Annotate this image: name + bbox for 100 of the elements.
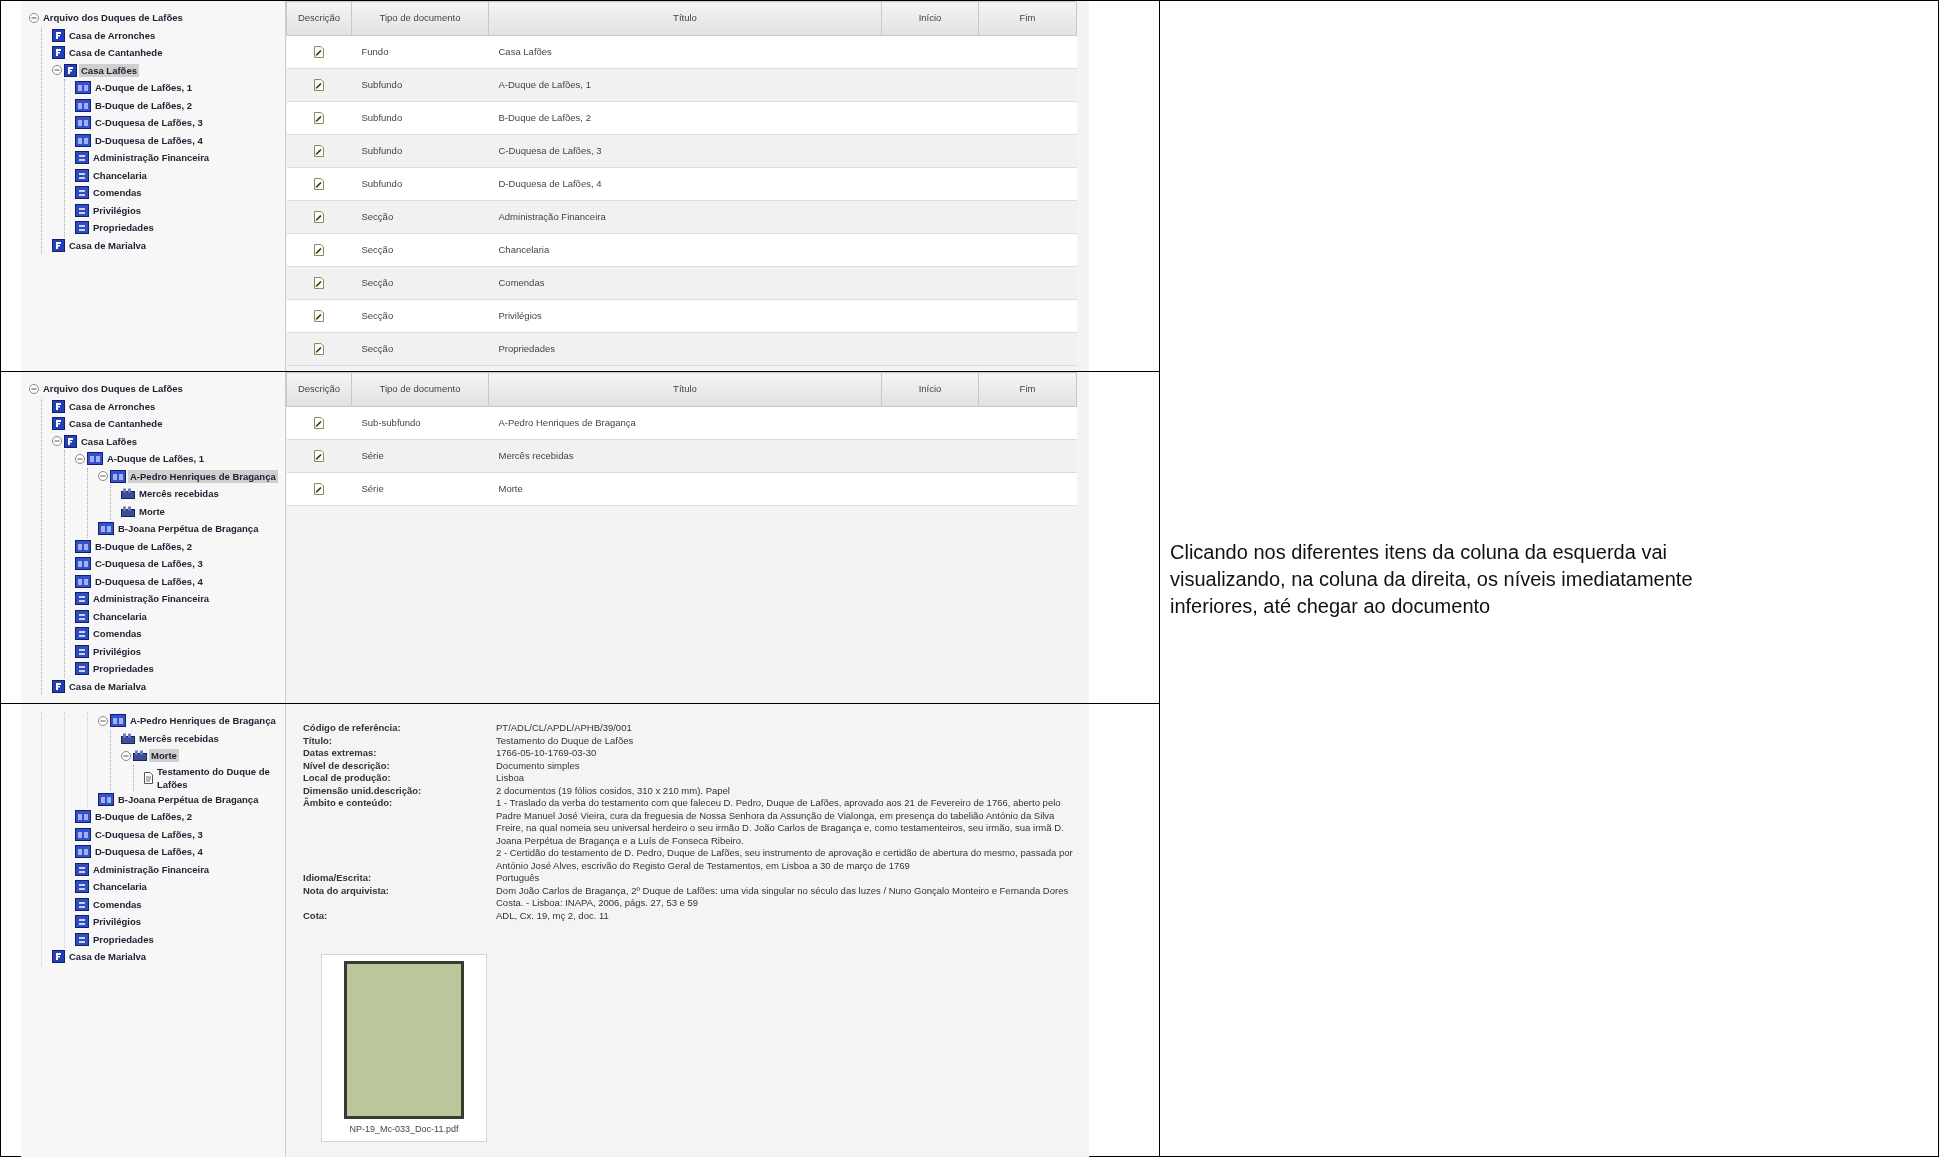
- tree-item[interactable]: Chancelaria: [91, 168, 149, 182]
- tree-item[interactable]: D-Duquesa de Lafões, 4: [93, 133, 205, 147]
- collapse-icon[interactable]: [75, 453, 85, 464]
- tree-item[interactable]: A-Pedro Henriques de Bragança: [128, 714, 278, 728]
- column-header[interactable]: Tipo de documento: [351, 372, 489, 407]
- edit-document-icon[interactable]: [313, 343, 325, 356]
- column-header[interactable]: Fim: [978, 1, 1077, 36]
- field-label: Nota do arquivista:: [303, 884, 391, 898]
- tree-item[interactable]: Chancelaria: [91, 609, 149, 623]
- tree-item[interactable]: D-Duquesa de Lafões, 4: [93, 574, 205, 588]
- edit-document-icon[interactable]: [313, 483, 325, 496]
- tree-item[interactable]: A-Duque de Lafões, 1: [93, 81, 195, 95]
- field-value: Dom João Carlos de Bragança, 2º Duque de Lafões: uma vida singular no século das luzes / Nuno Gonçalo Monteiro e Fernanda Dores Costa. - Lisboa: INAPA, 2006, págs. 27, 53 e 59: [496, 884, 1070, 910]
- edit-document-icon[interactable]: [313, 450, 325, 463]
- tree-item[interactable]: B-Duque de Lafões, 2: [93, 98, 195, 112]
- tree-item[interactable]: Morte: [137, 504, 167, 518]
- tree-item[interactable]: A-Duque de Lafões, 1: [105, 452, 207, 466]
- tree-item[interactable]: Privilégios: [91, 644, 144, 658]
- table-cell: D-Duquesa de Lafões, 4: [488, 167, 882, 201]
- tree-item[interactable]: Comendas: [91, 897, 144, 911]
- column-header[interactable]: Início: [881, 372, 979, 407]
- table-cell: Propriedades: [488, 332, 882, 366]
- edit-document-icon[interactable]: [313, 178, 325, 191]
- edit-document-icon[interactable]: [313, 46, 325, 59]
- tree-item[interactable]: Testamento do Duque de Lafões: [155, 764, 285, 791]
- collapse-icon[interactable]: [121, 750, 131, 761]
- tree-item[interactable]: Mercês recebidas: [137, 487, 221, 501]
- column-header[interactable]: Fim: [978, 372, 1077, 407]
- tree-item[interactable]: B-Joana Perpétua de Bragança: [116, 522, 261, 536]
- tree-item[interactable]: Privilégios: [91, 915, 144, 929]
- binder-icon: [121, 488, 135, 500]
- tree-item[interactable]: B-Duque de Lafões, 2: [93, 810, 195, 824]
- edit-document-icon[interactable]: [313, 145, 325, 158]
- tree-item[interactable]: Casa de Arronches: [67, 28, 158, 42]
- collapse-icon[interactable]: [52, 436, 62, 447]
- field-value: 1766-05-10-1769-03-30: [496, 747, 598, 760]
- collapse-icon[interactable]: [98, 715, 108, 726]
- field-label: Âmbito e conteúdo:: [303, 797, 394, 810]
- tree-item[interactable]: A-Pedro Henriques de Bragança: [128, 469, 278, 483]
- binder-icon: [121, 505, 135, 517]
- edit-document-icon[interactable]: [313, 310, 325, 323]
- field-label: Nível de descrição:: [303, 759, 391, 772]
- collapse-icon[interactable]: [29, 383, 39, 394]
- tree-item[interactable]: C-Duquesa de Lafões, 3: [93, 827, 205, 841]
- tree-item[interactable]: Comendas: [91, 627, 144, 641]
- tree-item[interactable]: Casa de Marialva: [67, 238, 149, 252]
- tree-item[interactable]: Chancelaria: [91, 880, 149, 894]
- collapse-icon[interactable]: [98, 471, 108, 482]
- table-cell: Morte: [488, 472, 882, 506]
- field-label: Datas extremas:: [303, 747, 378, 760]
- tree-item[interactable]: Casa de Marialva: [67, 679, 149, 693]
- edit-document-icon[interactable]: [313, 277, 325, 290]
- column-header[interactable]: Descrição: [286, 1, 352, 36]
- edit-document-icon[interactable]: [313, 79, 325, 92]
- tree-item[interactable]: Administração Financeira: [91, 592, 212, 606]
- column-header[interactable]: Tipo de documento: [351, 1, 489, 36]
- table-cell: Série: [351, 439, 489, 473]
- binder-icon: [121, 732, 135, 744]
- tree-item[interactable]: Propriedades: [91, 221, 156, 235]
- tree-item[interactable]: Casa de Arronches: [67, 399, 158, 413]
- document-icon: [144, 771, 153, 784]
- edit-document-icon[interactable]: [313, 417, 325, 430]
- tree-item[interactable]: Casa de Marialva: [67, 950, 149, 964]
- tree-item[interactable]: C-Duquesa de Lafões, 3: [93, 557, 205, 571]
- column-header[interactable]: Título: [488, 372, 882, 407]
- table-cell: Subfundo: [351, 68, 489, 102]
- table-cell: B-Duque de Lafões, 2: [488, 101, 882, 135]
- tree-item[interactable]: Privilégios: [91, 203, 144, 217]
- tree-item[interactable]: B-Joana Perpétua de Bragança: [116, 792, 261, 806]
- tree-item[interactable]: Arquivo dos Duques de Lafões: [41, 11, 185, 25]
- table-cell: Secção: [351, 332, 489, 366]
- collapse-icon[interactable]: [29, 12, 39, 23]
- tree-item[interactable]: Mercês recebidas: [137, 731, 221, 745]
- collapse-icon[interactable]: [52, 65, 62, 76]
- table-cell: Série: [351, 472, 489, 506]
- tree-item[interactable]: C-Duquesa de Lafões, 3: [93, 116, 205, 130]
- edit-document-icon[interactable]: [313, 112, 325, 125]
- tree-item[interactable]: Administração Financeira: [91, 151, 212, 165]
- column-header[interactable]: Descrição: [286, 372, 352, 407]
- tree-item[interactable]: B-Duque de Lafões, 2: [93, 539, 195, 553]
- tree-item[interactable]: Casa de Cantanhede: [67, 417, 165, 431]
- field-label: Cota:: [303, 909, 329, 922]
- tree-item[interactable]: Casa de Cantanhede: [67, 46, 165, 60]
- tree-item[interactable]: Morte: [149, 749, 179, 763]
- tree-item[interactable]: Comendas: [91, 186, 144, 200]
- table-cell: Casa Lafões: [488, 35, 882, 69]
- attachment-thumbnail[interactable]: NP-19_Mc-033_Doc-11.pdf: [321, 954, 487, 1142]
- edit-document-icon[interactable]: [313, 244, 325, 257]
- tree-item[interactable]: Propriedades: [91, 932, 156, 946]
- tree-item[interactable]: Casa Lafões: [79, 434, 139, 448]
- column-header[interactable]: Início: [881, 1, 979, 36]
- column-header[interactable]: Título: [488, 1, 882, 36]
- tree-item[interactable]: Casa Lafões: [79, 63, 139, 77]
- tree-item[interactable]: Administração Financeira: [91, 862, 212, 876]
- table-cell: Comendas: [488, 266, 882, 300]
- field-value: PT/ADL/CL/APDL/APHB/39/001: [496, 722, 633, 735]
- tree-item[interactable]: D-Duquesa de Lafões, 4: [93, 845, 205, 859]
- tree-item[interactable]: Arquivo dos Duques de Lafões: [41, 382, 185, 396]
- edit-document-icon[interactable]: [313, 211, 325, 224]
- tree-item[interactable]: Propriedades: [91, 662, 156, 676]
